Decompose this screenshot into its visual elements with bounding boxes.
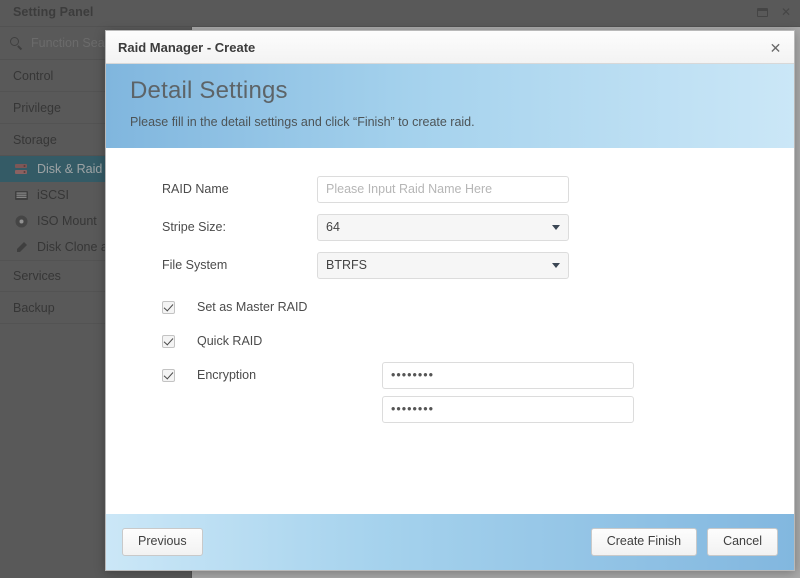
set-as-master-raid-label: Set as Master RAID bbox=[197, 300, 308, 314]
raid-name-row: RAID Name bbox=[106, 170, 794, 208]
set-as-master-raid-row[interactable]: Set as Master RAID bbox=[106, 290, 794, 324]
encryption-confirm-row bbox=[106, 392, 794, 426]
encryption-password-confirm-input[interactable] bbox=[382, 395, 634, 423]
quick-raid-label: Quick RAID bbox=[197, 334, 263, 348]
stripe-size-label: Stripe Size: bbox=[162, 220, 226, 234]
stripe-size-value: 64 bbox=[326, 220, 340, 234]
cancel-button[interactable]: Cancel bbox=[707, 528, 778, 556]
file-system-select[interactable]: BTRFS bbox=[317, 251, 569, 279]
file-system-label: File System bbox=[162, 258, 228, 272]
stripe-size-row: Stripe Size: 64 bbox=[106, 208, 794, 246]
previous-button[interactable]: Previous bbox=[122, 528, 203, 556]
encryption-password-input[interactable] bbox=[382, 361, 634, 389]
chevron-down-icon bbox=[552, 262, 560, 268]
stripe-size-select[interactable]: 64 bbox=[317, 213, 569, 241]
file-system-value: BTRFS bbox=[326, 258, 367, 272]
dialog-banner: Detail Settings Please fill in the detai… bbox=[106, 64, 794, 148]
encryption-row[interactable]: Encryption bbox=[106, 358, 794, 392]
set-as-master-raid-checkbox[interactable] bbox=[162, 300, 175, 314]
raid-manager-create-dialog: Raid Manager - Create ✕ Detail Settings … bbox=[105, 30, 795, 571]
encryption-checkbox[interactable] bbox=[162, 368, 175, 382]
raid-name-input[interactable] bbox=[317, 175, 569, 203]
create-finish-button[interactable]: Create Finish bbox=[590, 528, 698, 556]
chevron-down-icon bbox=[552, 224, 560, 230]
app-root: Setting Panel ✕ Control Privilege Storag… bbox=[0, 0, 800, 578]
raid-name-label: RAID Name bbox=[162, 182, 229, 196]
encryption-label: Encryption bbox=[197, 368, 257, 382]
dialog-titlebar: Raid Manager - Create ✕ bbox=[106, 31, 794, 64]
file-system-row: File System BTRFS bbox=[106, 246, 794, 284]
footer-right-actions: Create Finish Cancel bbox=[590, 528, 778, 556]
close-icon[interactable]: ✕ bbox=[767, 39, 784, 56]
quick-raid-checkbox[interactable] bbox=[162, 334, 175, 348]
quick-raid-row[interactable]: Quick RAID bbox=[106, 324, 794, 358]
dialog-body: RAID Name Stripe Size: 64 File System BT… bbox=[106, 148, 794, 514]
banner-heading: Detail Settings bbox=[130, 77, 288, 104]
banner-subheading: Please fill in the detail settings and c… bbox=[130, 115, 475, 129]
dialog-title: Raid Manager - Create bbox=[118, 39, 256, 55]
dialog-footer: Previous Create Finish Cancel bbox=[106, 514, 794, 570]
